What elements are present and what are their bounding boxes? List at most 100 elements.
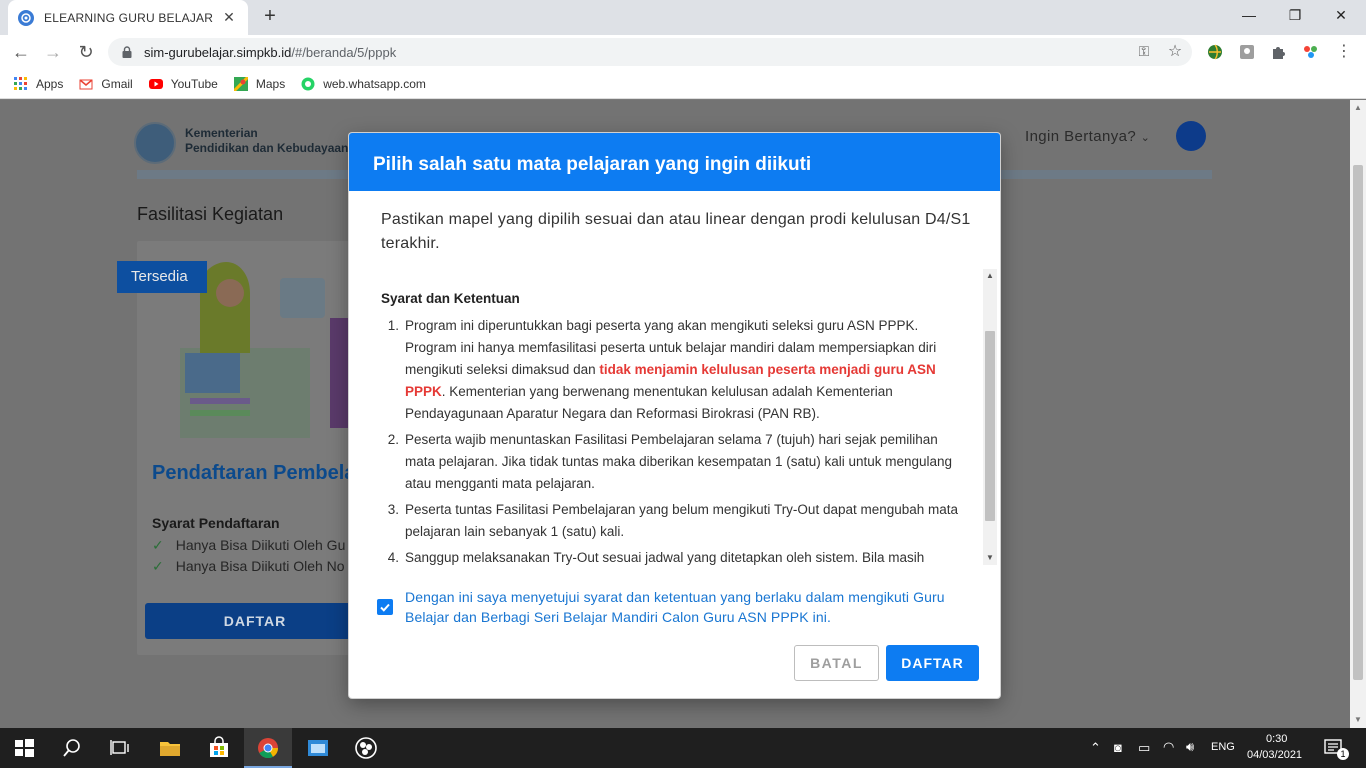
checkmark-icon <box>380 603 390 612</box>
terms-item-number: 3. <box>387 502 399 517</box>
url-host: sim-gurubelajar.simpkb.id <box>144 44 292 60</box>
battery-icon[interactable]: ▭ <box>1138 740 1150 756</box>
bookmark-label: Maps <box>255 76 286 91</box>
maps-icon <box>233 76 248 91</box>
site-name: Kementerian Pendidikan dan Kebudayaan <box>185 126 348 156</box>
search-icon[interactable] <box>60 736 84 760</box>
terms-scroll-area[interactable]: Syarat dan Ketentuan 1. Program ini dipe… <box>381 275 979 567</box>
scroll-down-icon[interactable]: ▼ <box>1350 712 1366 728</box>
language-indicator[interactable]: ENG <box>1211 741 1235 753</box>
site-favicon-icon <box>18 9 34 26</box>
windows-taskbar: ⌃ ◙ ▭ ◠ 🔊︎ ENG 0:30 04/03/2021 1 <box>0 728 1366 768</box>
bookmark-star-icon[interactable]: ☆ <box>1165 41 1185 60</box>
extensions-puzzle-icon[interactable] <box>1270 43 1288 61</box>
reload-icon[interactable]: ↻ <box>74 40 98 64</box>
app-window-icon[interactable] <box>306 736 330 760</box>
terms-scroll-up-icon[interactable]: ▲ <box>983 269 997 283</box>
bookmark-youtube[interactable]: YouTube <box>148 76 218 91</box>
store-icon[interactable] <box>207 736 231 760</box>
forward-icon[interactable]: → <box>41 40 65 64</box>
new-tab-button[interactable]: + <box>258 4 282 28</box>
bookmark-label: YouTube <box>170 76 218 91</box>
browser-tab[interactable]: ELEARNING GURU BELAJAR ✕ <box>8 0 248 35</box>
terms-item-number: 2. <box>387 432 399 447</box>
card-requirement: ✓ Hanya Bisa Diikuti Oleh Gu <box>152 537 345 554</box>
nav-label: Ingin Bertanya? <box>1025 128 1137 145</box>
tab-strip: ELEARNING GURU BELAJAR ✕ + — ❐ ✕ <box>0 0 1366 35</box>
bookmark-gmail[interactable]: Gmail <box>79 77 133 91</box>
chrome-icon[interactable] <box>256 736 280 760</box>
browser-toolbar: ← → ↻ sim-gurubelajar.simpkb.id/#/berand… <box>0 35 1366 69</box>
terms-item: 1. Program ini diperuntukkan bagi pesert… <box>381 315 961 425</box>
nav-ingin-bertanya[interactable]: Ingin Bertanya? ⌄ <box>1025 128 1150 145</box>
agreement-row: Dengan ini saya menyetujui syarat dan ke… <box>377 587 977 627</box>
clock-time[interactable]: 0:30 <box>1266 733 1287 745</box>
user-avatar-icon[interactable] <box>1176 121 1206 151</box>
page-scroll-thumb[interactable] <box>1353 165 1363 680</box>
extension-colorful-icon[interactable] <box>1302 43 1320 61</box>
agreement-text[interactable]: Dengan ini saya menyetujui syarat dan ke… <box>405 587 977 627</box>
terms-item-text: Peserta tuntas Fasilitasi Pembelajaran y… <box>405 502 959 539</box>
notification-count-badge: 1 <box>1337 748 1349 760</box>
card-daftar-button[interactable]: DAFTAR <box>145 603 365 639</box>
requirement-text: Hanya Bisa Diikuti Oleh No <box>175 558 345 574</box>
address-bar[interactable]: sim-gurubelajar.simpkb.id/#/beranda/5/pp… <box>108 38 1192 66</box>
terms-scrollbar[interactable]: ▲ ▼ <box>983 269 997 565</box>
tab-close-icon[interactable]: ✕ <box>220 9 238 26</box>
lock-icon <box>122 46 132 58</box>
agreement-checkbox[interactable] <box>377 599 393 615</box>
terms-scroll-thumb[interactable] <box>985 331 995 521</box>
terms-item-text: Sanggup melaksanakan Try-Out sesuai jadw… <box>405 550 925 565</box>
bookmarks-bar: Apps Gmail YouTube Maps web.whatsapp.com <box>0 69 1366 99</box>
dialog-intro: Pastikan mapel yang dipilih sesuai dan a… <box>381 211 971 252</box>
volume-icon[interactable]: 🔊︎ <box>1186 739 1194 755</box>
apps-grid-icon <box>14 76 27 90</box>
bookmark-maps[interactable]: Maps <box>233 76 286 91</box>
close-window-button[interactable]: ✕ <box>1318 0 1364 30</box>
task-view-icon[interactable] <box>108 736 132 760</box>
check-icon: ✓ <box>152 558 164 574</box>
terms-list: 1. Program ini diperuntukkan bagi pesert… <box>381 315 961 567</box>
card-requirement: ✓ Hanya Bisa Diikuti Oleh No <box>152 558 345 575</box>
scroll-up-icon[interactable]: ▲ <box>1350 100 1366 116</box>
chrome-menu-icon[interactable]: ⋮ <box>1334 41 1354 60</box>
terms-item: 4. Sanggup melaksanakan Try-Out sesuai j… <box>381 547 961 567</box>
back-icon[interactable]: ← <box>9 40 33 64</box>
meet-now-icon[interactable]: ◙ <box>1114 740 1122 755</box>
terms-scroll-down-icon[interactable]: ▼ <box>983 551 997 565</box>
url-text: sim-gurubelajar.simpkb.id/#/beranda/5/pp… <box>144 45 396 60</box>
ministry-logo-icon <box>134 122 176 164</box>
check-icon: ✓ <box>152 537 164 553</box>
restore-button[interactable]: ❐ <box>1272 0 1318 30</box>
terms-item-number: 4. <box>387 550 399 565</box>
obs-icon[interactable] <box>354 736 378 760</box>
card-title: Pendaftaran Pembela <box>152 462 356 484</box>
key-icon[interactable]: ⚿ <box>1134 43 1154 61</box>
bookmark-whatsapp[interactable]: web.whatsapp.com <box>301 77 426 91</box>
extension-profile-icon[interactable] <box>1238 43 1256 61</box>
extension-globe-icon[interactable] <box>1206 43 1224 61</box>
site-name-line2: Pendidikan dan Kebudayaan <box>185 141 349 155</box>
minimize-button[interactable]: — <box>1226 0 1272 30</box>
terms-text-part: . Kementerian yang berwenang menentukan … <box>405 384 893 421</box>
file-explorer-icon[interactable] <box>158 736 182 760</box>
windows-start-icon[interactable] <box>12 736 36 760</box>
page-scrollbar[interactable]: ▲ ▼ <box>1350 100 1366 728</box>
terms-item-text: Program ini diperuntukkan bagi peserta y… <box>405 315 961 425</box>
wifi-icon[interactable]: ◠ <box>1163 739 1174 755</box>
section-title: Fasilitasi Kegiatan <box>137 204 284 224</box>
whatsapp-icon <box>301 77 315 90</box>
tray-expand-icon[interactable]: ⌃ <box>1090 740 1101 756</box>
bookmark-label: Apps <box>36 76 64 91</box>
clock-date[interactable]: 04/03/2021 <box>1247 749 1302 761</box>
tab-title: ELEARNING GURU BELAJAR <box>44 10 214 25</box>
youtube-icon <box>148 78 163 89</box>
chevron-down-icon: ⌄ <box>1140 132 1151 144</box>
daftar-button[interactable]: DAFTAR <box>886 645 979 681</box>
bookmark-apps[interactable]: Apps <box>14 76 64 91</box>
gmail-icon <box>79 78 93 89</box>
dialog-title: Pilih salah satu mata pelajaran yang ing… <box>349 133 1000 191</box>
terms-item-number: 1. <box>387 318 399 333</box>
card-subtitle: Syarat Pendaftaran <box>152 515 280 531</box>
cancel-button[interactable]: BATAL <box>794 645 879 681</box>
